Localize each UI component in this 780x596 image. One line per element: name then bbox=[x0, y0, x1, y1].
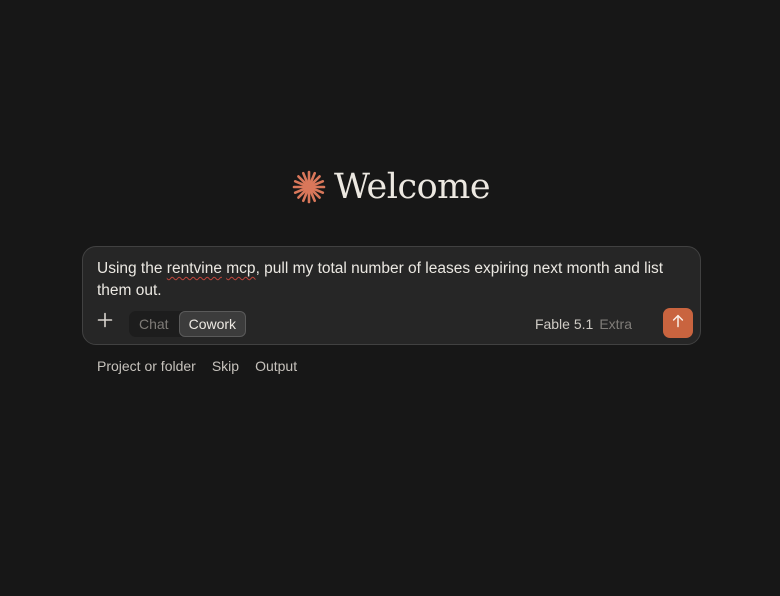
page-title: Welcome bbox=[333, 166, 491, 207]
spellcheck-word: mcp bbox=[226, 260, 256, 277]
prompt-composer: Using the rentvine mcp, pull my total nu… bbox=[82, 246, 701, 345]
spellcheck-word: rentvine bbox=[166, 260, 222, 277]
add-attachment-button[interactable] bbox=[94, 311, 116, 333]
welcome-screen: Welcome Using the rentvine mcp, pull my … bbox=[0, 0, 780, 596]
prompt-input[interactable]: Using the rentvine mcp, pull my total nu… bbox=[97, 258, 697, 302]
model-selector[interactable]: Fable 5.1 Extra bbox=[535, 311, 632, 337]
mode-chat-tab[interactable]: Chat bbox=[129, 311, 179, 337]
model-tier: Extra bbox=[599, 316, 632, 332]
send-button[interactable] bbox=[663, 308, 693, 338]
model-name: Fable 5.1 bbox=[534, 316, 594, 332]
arrow-up-icon bbox=[671, 314, 685, 333]
prompt-text-start: Using the bbox=[97, 260, 167, 277]
sparkle-icon bbox=[290, 168, 328, 206]
welcome-header: Welcome bbox=[0, 162, 780, 212]
composer-options: Project or folder Skip Output bbox=[97, 358, 297, 374]
mode-toggle: Chat Cowork bbox=[129, 311, 247, 337]
mode-cowork-tab[interactable]: Cowork bbox=[178, 311, 247, 337]
plus-icon bbox=[97, 312, 113, 333]
project-or-folder-link[interactable]: Project or folder bbox=[97, 358, 196, 374]
output-link[interactable]: Output bbox=[255, 358, 297, 374]
skip-link[interactable]: Skip bbox=[212, 358, 239, 374]
